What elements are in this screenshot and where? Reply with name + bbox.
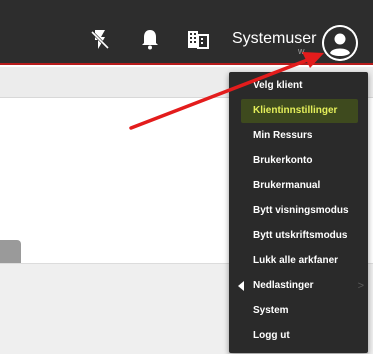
menu-item-label: Bytt utskriftsmodus: [253, 230, 348, 241]
menu-item-label: Brukermanual: [253, 180, 321, 191]
chevron-right-icon: >: [357, 280, 364, 292]
menu-item-bytt-utskriftsmodus[interactable]: Bytt utskriftsmodus: [229, 224, 368, 248]
building-icon[interactable]: [186, 27, 210, 51]
user-dropdown-menu: Velg klient Klientinnstillinger Min Ress…: [229, 72, 368, 353]
user-subtitle: w..: [298, 46, 310, 56]
flash-off-icon[interactable]: [88, 27, 112, 51]
menu-item-label: Logg ut: [253, 330, 290, 341]
bell-icon[interactable]: [138, 27, 162, 51]
menu-item-klientinnstillinger[interactable]: Klientinnstillinger: [241, 99, 358, 123]
menu-item-label: Min Ressurs: [253, 130, 313, 141]
menu-item-bytt-visningsmodus[interactable]: Bytt visningsmodus: [229, 199, 368, 223]
menu-item-label: Velg klient: [253, 80, 303, 91]
menu-item-logg-ut[interactable]: Logg ut: [229, 324, 368, 348]
menu-item-label: System: [253, 305, 289, 316]
menu-item-velg-klient[interactable]: Velg klient: [229, 74, 368, 98]
menu-item-min-ressurs[interactable]: Min Ressurs: [229, 124, 368, 148]
account-circle-icon[interactable]: [322, 25, 358, 61]
menu-item-label: Bytt visningsmodus: [253, 205, 349, 216]
menu-item-label: Nedlastinger: [253, 280, 314, 291]
menu-item-lukk-alle-arkfaner[interactable]: Lukk alle arkfaner: [229, 249, 368, 273]
menu-item-label: Brukerkonto: [253, 155, 313, 166]
submenu-left-arrow-icon: [238, 281, 244, 291]
menu-item-nedlastinger[interactable]: Nedlastinger >: [229, 274, 368, 298]
tab-stub[interactable]: [0, 240, 21, 263]
menu-item-brukermanual[interactable]: Brukermanual: [229, 174, 368, 198]
menu-item-label: Klientinnstillinger: [253, 105, 338, 116]
menu-item-label: Lukk alle arkfaner: [253, 255, 339, 266]
menu-item-brukerkonto[interactable]: Brukerkonto: [229, 149, 368, 173]
menu-item-system[interactable]: System: [229, 299, 368, 323]
top-app-bar: Systemuser w..: [0, 0, 373, 65]
